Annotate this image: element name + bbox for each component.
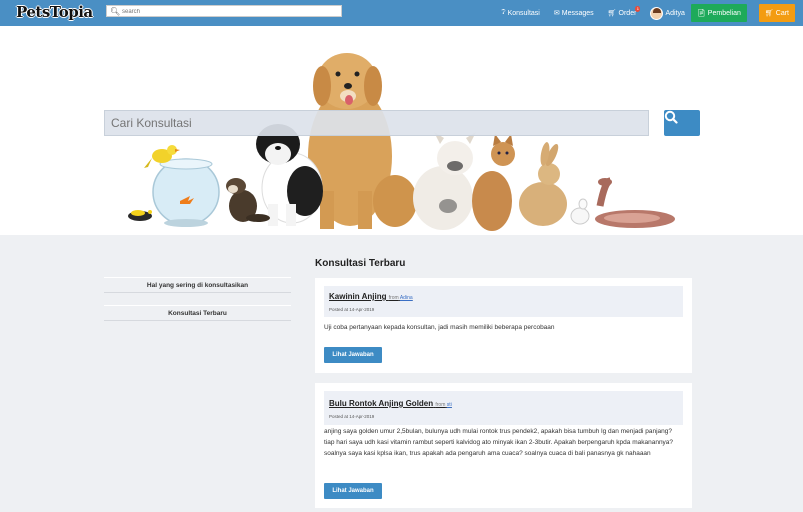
top-navbar: PetsTopia 🔍︎ ❔︎ Konsultasi ✉︎ Messages 🛒… bbox=[0, 0, 803, 26]
navbar-links: ❔︎ Konsultasi ✉︎ Messages 🛒︎ Order 1 Adi… bbox=[487, 4, 795, 22]
tabby-cat-image bbox=[472, 134, 515, 231]
navbar-search-input[interactable] bbox=[122, 7, 332, 16]
post-title-row: Bulu Rontok Anjing Golden from sti bbox=[329, 399, 452, 408]
navbar-search: 🔍︎ bbox=[106, 5, 342, 17]
sidebar-item-terbaru[interactable]: Konsultasi Terbaru bbox=[104, 305, 291, 321]
post-title-row: Kawinin Anjing from Adina bbox=[329, 292, 413, 301]
author-link[interactable]: Adina bbox=[400, 295, 413, 301]
pembelian-label: Pembelian bbox=[707, 9, 741, 17]
from-label: from bbox=[435, 402, 446, 408]
cart-button[interactable]: 🛒︎ Cart bbox=[758, 4, 795, 22]
mouse-image bbox=[570, 198, 590, 225]
post-body: Uji coba pertanyaan kepada konsultan, ja… bbox=[324, 324, 555, 331]
french-bulldog-image bbox=[413, 132, 476, 230]
post-card: Bulu Rontok Anjing Golden from sti Poste… bbox=[315, 383, 692, 508]
rabbit-image bbox=[519, 142, 567, 226]
nav-messages[interactable]: ✉︎ Messages bbox=[553, 9, 594, 18]
post-header: Bulu Rontok Anjing Golden from sti Poste… bbox=[324, 391, 683, 425]
konsultasi-search-button[interactable] bbox=[664, 110, 700, 136]
golden-retriever-image bbox=[308, 53, 417, 229]
from-label: from bbox=[388, 295, 399, 301]
konsultasi-search bbox=[104, 110, 649, 136]
snake-image bbox=[595, 177, 675, 228]
fishbowl-image bbox=[152, 158, 220, 227]
post-body: anjing saya golden umur 2,5bulan, buluny… bbox=[324, 428, 674, 457]
post-date: Posted at 14-Apr-2019 bbox=[329, 307, 375, 312]
sidebar-item-label: Konsultasi Terbaru bbox=[168, 309, 227, 317]
nav-konsultasi-label: Konsultasi bbox=[507, 9, 540, 17]
lihat-jawaban-button[interactable]: Lihat Jawaban bbox=[324, 483, 382, 499]
cart-icon: 🛒︎ bbox=[764, 10, 774, 17]
document-icon: 📄︎ bbox=[696, 10, 706, 17]
envelope-icon: ✉︎ bbox=[553, 10, 560, 17]
post-title-link[interactable]: Bulu Rontok Anjing Golden bbox=[329, 399, 433, 408]
avatar bbox=[650, 6, 664, 20]
post-title-link[interactable]: Kawinin Anjing bbox=[329, 292, 386, 301]
post-date: Posted at 14-Apr-2019 bbox=[329, 414, 375, 419]
nav-order-label: Order bbox=[618, 9, 637, 17]
nav-konsultasi[interactable]: ❔︎ Konsultasi bbox=[501, 9, 540, 17]
sidebar-item-label: Hal yang sering di konsultasikan bbox=[146, 281, 249, 289]
search-icon bbox=[664, 110, 678, 124]
nav-user[interactable]: Aditya bbox=[650, 6, 685, 20]
question-circle-icon: ❔︎ bbox=[501, 9, 506, 16]
pembelian-button[interactable]: 📄︎ Pembelian bbox=[690, 4, 747, 22]
post-card: Kawinin Anjing from Adina Posted at 14-A… bbox=[315, 278, 692, 373]
konsultasi-search-input[interactable] bbox=[105, 111, 648, 135]
frog-image bbox=[128, 210, 152, 221]
cart-icon: 🛒︎ bbox=[607, 10, 617, 17]
author-link[interactable]: sti bbox=[447, 402, 452, 408]
search-icon: 🔍︎ bbox=[110, 7, 121, 16]
order-count-badge: 1 bbox=[635, 6, 641, 12]
hero-banner bbox=[0, 26, 803, 235]
brand-logo[interactable]: PetsTopia bbox=[16, 3, 93, 21]
sidebar-item-faq[interactable]: Hal yang sering di konsultasikan bbox=[104, 277, 291, 293]
section-title: Konsultasi Terbaru bbox=[315, 258, 406, 269]
lihat-jawaban-button[interactable]: Lihat Jawaban bbox=[324, 347, 382, 363]
nav-order[interactable]: 🛒︎ Order 1 bbox=[607, 6, 641, 17]
cart-label: Cart bbox=[775, 9, 789, 17]
nav-messages-label: Messages bbox=[561, 9, 594, 17]
post-header: Kawinin Anjing from Adina Posted at 14-A… bbox=[324, 286, 683, 317]
user-name: Aditya bbox=[665, 9, 685, 17]
